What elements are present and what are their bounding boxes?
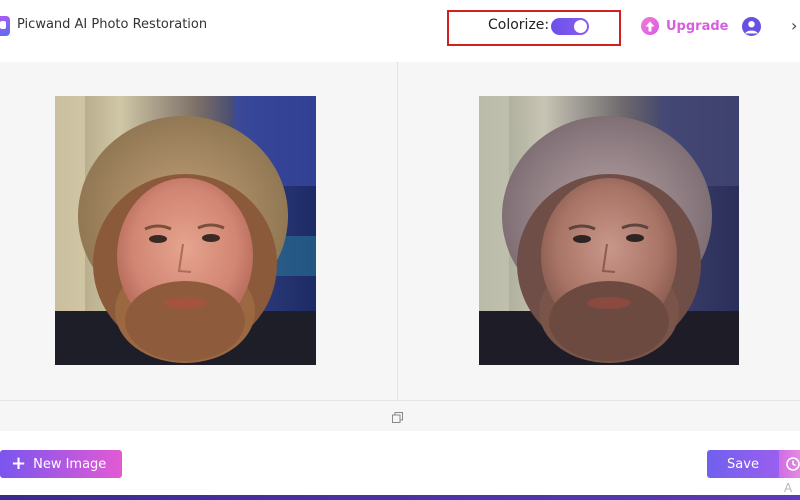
- new-image-button[interactable]: + New Image: [0, 450, 122, 478]
- new-image-label: New Image: [33, 456, 107, 472]
- header: Picwand AI Photo Restoration Colorize: U…: [0, 0, 800, 52]
- upgrade-label: Upgrade: [666, 18, 729, 34]
- picwand-logo-icon: [0, 16, 10, 36]
- original-photo: [55, 96, 316, 365]
- panel-divider: [397, 62, 398, 400]
- toggle-knob: [574, 20, 587, 33]
- colorize-toggle[interactable]: [551, 18, 589, 35]
- corner-text: A: [784, 481, 793, 495]
- plus-icon: +: [11, 453, 27, 474]
- upgrade-button[interactable]: Upgrade: [641, 16, 728, 36]
- clock-icon[interactable]: [779, 450, 800, 478]
- restored-photo: [479, 96, 739, 365]
- arrow-up-icon: [641, 17, 659, 35]
- colorize-label: Colorize:: [488, 17, 550, 33]
- bottom-taskbar-strip: [0, 495, 800, 500]
- copy-compare-icon[interactable]: [392, 408, 403, 423]
- user-icon[interactable]: [742, 17, 761, 36]
- chevron-right-icon[interactable]: ›: [791, 16, 797, 35]
- app-title: Picwand AI Photo Restoration: [17, 17, 208, 32]
- save-button[interactable]: Save: [707, 450, 779, 478]
- app-window: Picwand AI Photo Restoration Colorize: U…: [0, 0, 800, 500]
